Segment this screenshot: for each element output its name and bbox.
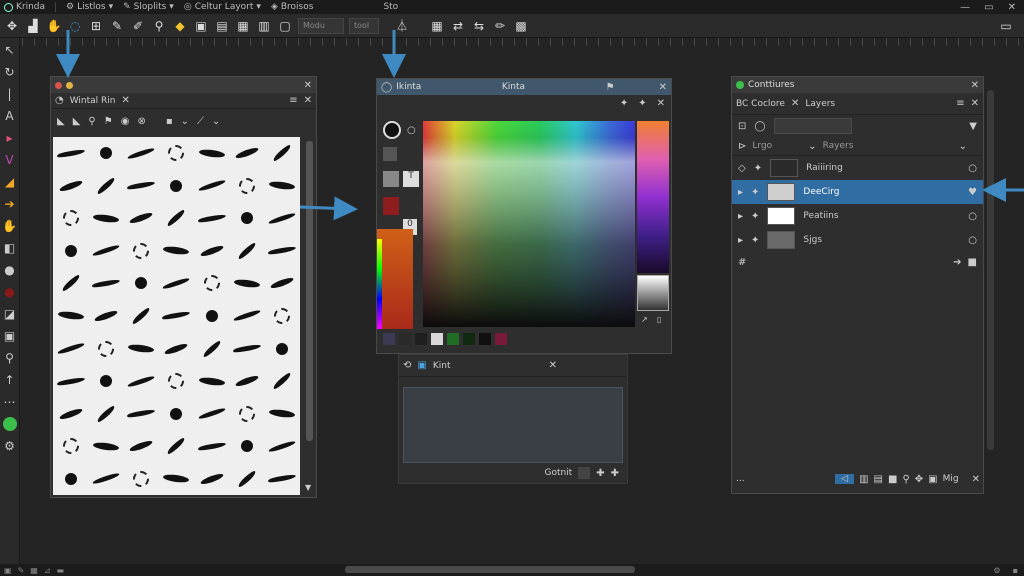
- horizontal-scrollbar[interactable]: [345, 566, 635, 573]
- status-icon-end[interactable]: ▪: [1013, 566, 1018, 575]
- status-icon-4[interactable]: ⊿: [44, 566, 51, 575]
- status-icon-1[interactable]: ▣: [4, 566, 12, 575]
- arrow-right: [299, 196, 358, 221]
- status-icon-3[interactable]: ▦: [30, 566, 38, 575]
- status-icon-2[interactable]: ✎: [18, 566, 25, 575]
- annotation-arrows: [56, 30, 1024, 221]
- zoom-icon[interactable]: ⚙: [993, 566, 1000, 575]
- status-icon-5[interactable]: ▬: [57, 566, 65, 575]
